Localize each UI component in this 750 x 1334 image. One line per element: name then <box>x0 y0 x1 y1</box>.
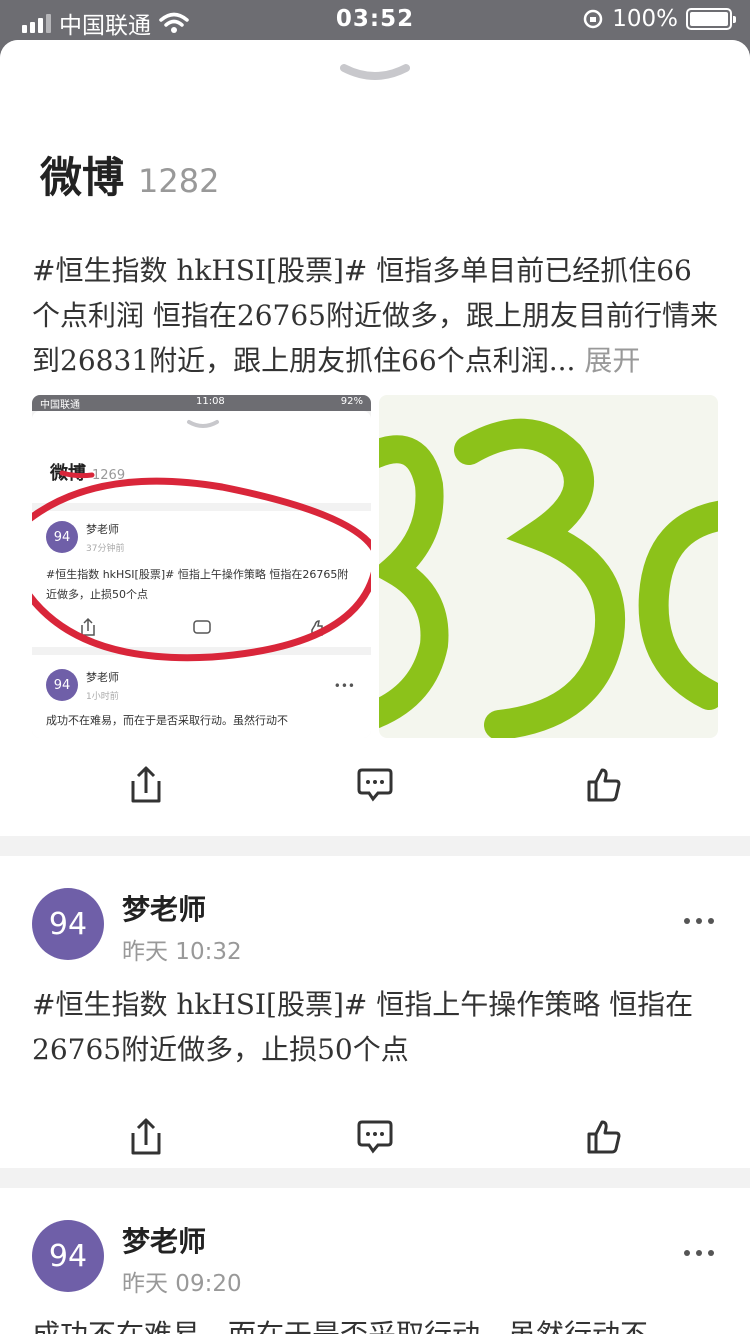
avatar[interactable]: 94 <box>32 888 104 960</box>
post-actions <box>32 1090 718 1183</box>
post-author-row: 94 梦老师 昨天 10:32 <box>32 856 718 972</box>
avatar[interactable]: 94 <box>32 1220 104 1292</box>
status-bar: 中国联通 03:52 100% <box>0 0 750 40</box>
post-time: 昨天 09:20 <box>122 1271 242 1297</box>
post-text[interactable]: #恒生指数 hkHSI[股票]# 恒指上午操作策略 恒指在26765附近做多，止… <box>32 982 718 1072</box>
like-icon <box>587 768 621 801</box>
comment-icon <box>357 768 393 802</box>
rotation-lock-icon <box>583 9 603 29</box>
post-actions <box>32 738 718 831</box>
weibo-sheet: 微博 1282 #恒生指数 hkHSI[股票]# 恒指多单目前已经抓住66个点利… <box>0 40 750 1334</box>
battery-percent: 100% <box>612 6 678 32</box>
post-text[interactable]: #恒生指数 hkHSI[股票]# 恒指多单目前已经抓住66个点利润 恒指在267… <box>32 240 718 383</box>
post-card: #恒生指数 hkHSI[股票]# 恒指多单目前已经抓住66个点利润 恒指在267… <box>0 240 750 836</box>
battery-icon <box>686 8 736 30</box>
like-button[interactable] <box>574 755 634 815</box>
comment-button[interactable] <box>345 755 405 815</box>
share-icon <box>131 766 161 802</box>
post-author-row: 94 梦老师 昨天 09:20 <box>32 1188 718 1304</box>
post-images: 中国联通 11:08 92% 微博 1269 94 梦老师 37分钟前 #恒生指数… <box>32 395 718 738</box>
more-icon[interactable] <box>684 1250 714 1256</box>
post-card: 94 梦老师 昨天 09:20 成功不在难易，而在于是否采取行动，虽然行动不 <box>0 1188 750 1334</box>
chevron-down-icon[interactable] <box>340 62 410 88</box>
share-icon <box>131 1118 161 1154</box>
comment-button[interactable] <box>345 1107 405 1167</box>
post-image-zoomed-drawing[interactable] <box>379 395 718 738</box>
post-time: 昨天 10:32 <box>122 939 242 965</box>
author-name[interactable]: 梦老师 <box>122 888 206 928</box>
red-circle-annotation <box>32 470 371 662</box>
post-image-screenshot[interactable]: 中国联通 11:08 92% 微博 1269 94 梦老师 37分钟前 #恒生指数… <box>32 395 371 738</box>
post-text[interactable]: 成功不在难易，而在于是否采取行动，虽然行动不 <box>32 1312 718 1334</box>
like-button[interactable] <box>574 1107 634 1167</box>
post-card: 94 梦老师 昨天 10:32 #恒生指数 hkHSI[股票]# 恒指上午操作策… <box>0 856 750 1168</box>
comment-icon <box>357 1120 393 1154</box>
expand-link[interactable]: 展开 <box>584 344 640 377</box>
share-button[interactable] <box>116 755 176 815</box>
like-icon <box>587 1120 621 1153</box>
share-button[interactable] <box>116 1107 176 1167</box>
author-name[interactable]: 梦老师 <box>122 1220 206 1260</box>
more-icon[interactable] <box>684 918 714 924</box>
post-count: 1282 <box>138 162 220 200</box>
green-handwriting-drawing <box>379 418 718 738</box>
sheet-header: 微博 1282 <box>0 40 750 240</box>
page-title: 微博 <box>40 153 125 202</box>
